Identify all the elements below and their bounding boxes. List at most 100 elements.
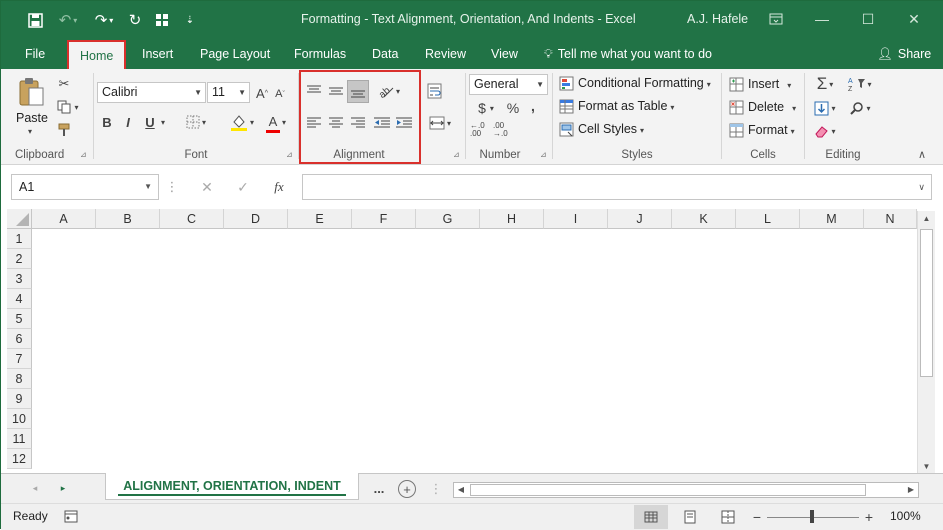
zoom-in-icon[interactable]: +: [863, 508, 875, 526]
formula-input[interactable]: ∨: [302, 174, 932, 200]
column-header[interactable]: A: [32, 209, 96, 229]
tab-data[interactable]: Data: [372, 39, 398, 69]
autosum-icon[interactable]: Σ ▾: [811, 74, 839, 94]
underline-dropdown-arrow[interactable]: ▾: [158, 112, 168, 132]
increase-decimal-button[interactable]: ←.0 .00: [470, 121, 492, 139]
macro-recording-icon[interactable]: [63, 508, 79, 524]
column-header[interactable]: C: [160, 209, 224, 229]
vertical-scrollbar[interactable]: ▲ ▼: [917, 211, 935, 475]
scroll-right-icon[interactable]: ▶: [904, 483, 918, 497]
font-dialog-launcher-icon[interactable]: ⊿: [286, 150, 295, 159]
scroll-sheets-right-icon[interactable]: ▸: [57, 481, 69, 495]
font-color-icon[interactable]: A ▾: [261, 111, 291, 133]
collapse-ribbon-icon[interactable]: ∧: [915, 147, 929, 161]
select-all-corner[interactable]: [7, 209, 32, 229]
row-header[interactable]: 2: [7, 249, 32, 269]
scroll-left-icon[interactable]: ◀: [454, 483, 468, 497]
row-header[interactable]: 5: [7, 309, 32, 329]
percent-style-button[interactable]: %: [504, 98, 522, 118]
column-header[interactable]: L: [736, 209, 800, 229]
merge-and-center-icon[interactable]: ▾: [425, 113, 455, 133]
font-name-dropdown[interactable]: Calibri ▼: [97, 82, 206, 103]
row-header[interactable]: 4: [7, 289, 32, 309]
find-and-select-icon[interactable]: ▾: [845, 98, 875, 118]
column-header[interactable]: E: [288, 209, 352, 229]
confirm-entry-icon[interactable]: ✓: [233, 177, 253, 197]
repeat-icon[interactable]: ↻: [125, 10, 145, 30]
ribbon-display-options-icon[interactable]: [762, 7, 790, 31]
row-header[interactable]: 3: [7, 269, 32, 289]
number-dialog-launcher-icon[interactable]: ⊿: [540, 150, 549, 159]
scroll-sheets-left-icon[interactable]: ◂: [29, 481, 41, 495]
copy-icon[interactable]: ▾: [53, 98, 83, 116]
cut-icon[interactable]: ✂: [55, 75, 73, 93]
close-icon[interactable]: ✕: [900, 7, 928, 31]
column-header[interactable]: D: [224, 209, 288, 229]
column-header[interactable]: I: [544, 209, 608, 229]
borders-icon[interactable]: ▾: [182, 113, 210, 131]
scroll-up-icon[interactable]: ▲: [918, 211, 935, 227]
insert-function-button[interactable]: fx: [269, 177, 289, 197]
new-sheet-plus-icon[interactable]: +: [398, 480, 416, 498]
customize-quick-access-icon[interactable]: ⇣: [183, 10, 197, 30]
column-header[interactable]: M: [800, 209, 864, 229]
tab-view[interactable]: View: [491, 39, 518, 69]
row-header[interactable]: 8: [7, 369, 32, 389]
underline-button[interactable]: U: [143, 112, 157, 132]
user-name[interactable]: A.J. Hafele: [687, 12, 748, 26]
row-header[interactable]: 12: [7, 449, 32, 469]
vertical-scroll-thumb[interactable]: [920, 229, 933, 377]
comma-style-button[interactable]: ,: [526, 96, 540, 116]
tab-split-grip-icon[interactable]: ⋮: [430, 480, 443, 498]
row-header[interactable]: 6: [7, 329, 32, 349]
name-box[interactable]: A1 ▼: [11, 174, 159, 200]
sort-and-filter-icon[interactable]: A Z ▾: [845, 74, 875, 94]
row-header[interactable]: 9: [7, 389, 32, 409]
format-as-table-button[interactable]: Format as Table ▾: [578, 99, 674, 113]
row-header[interactable]: 11: [7, 429, 32, 449]
clipboard-dialog-launcher-icon[interactable]: ⊿: [80, 150, 89, 159]
tab-page-layout[interactable]: Page Layout: [200, 39, 270, 69]
page-break-preview-icon[interactable]: [719, 508, 737, 526]
tab-file[interactable]: File: [25, 39, 45, 69]
insert-cells-button[interactable]: Insert ▾: [748, 77, 791, 91]
paste-dropdown-arrow[interactable]: ▾: [28, 127, 32, 136]
column-header[interactable]: H: [480, 209, 544, 229]
more-sheets-button[interactable]: ...: [371, 479, 387, 497]
save-icon[interactable]: [25, 10, 45, 30]
delete-cells-button[interactable]: Delete ▾: [748, 100, 796, 114]
minimize-icon[interactable]: —: [808, 7, 836, 31]
sheet-tab-active[interactable]: ALIGNMENT, ORIENTATION, INDENT: [105, 473, 359, 500]
zoom-out-icon[interactable]: −: [751, 508, 763, 526]
normal-view-icon[interactable]: [634, 505, 668, 529]
horizontal-scrollbar[interactable]: ◀ ▶: [453, 482, 919, 498]
form-icon[interactable]: [152, 10, 172, 30]
zoom-slider-thumb[interactable]: [810, 510, 814, 523]
clear-icon[interactable]: ▾: [811, 121, 839, 141]
formula-bar-grip-icon[interactable]: ⋮: [166, 177, 179, 197]
column-header[interactable]: B: [96, 209, 160, 229]
horizontal-scroll-thumb[interactable]: [470, 484, 866, 496]
increase-font-size-icon[interactable]: A ^: [254, 83, 270, 103]
decrease-font-size-icon[interactable]: Aˇ: [272, 85, 288, 103]
column-header[interactable]: J: [608, 209, 672, 229]
column-header[interactable]: G: [416, 209, 480, 229]
tab-home[interactable]: Home: [67, 40, 127, 69]
tab-review[interactable]: Review: [425, 39, 466, 69]
paste-icon[interactable]: [15, 75, 47, 109]
currency-format-button[interactable]: $ ▾: [473, 98, 499, 118]
share-button[interactable]: 👤︎ Share: [877, 39, 931, 69]
page-layout-view-icon[interactable]: [681, 508, 699, 526]
fill-color-icon[interactable]: ▾: [227, 111, 257, 133]
cancel-entry-icon[interactable]: ✕: [197, 177, 217, 197]
wrap-text-icon[interactable]: [425, 81, 445, 101]
undo-icon[interactable]: ↶ ▾: [53, 10, 83, 30]
italic-button[interactable]: I: [121, 112, 135, 132]
decrease-decimal-button[interactable]: .00 →.0: [493, 121, 515, 139]
column-header[interactable]: N: [864, 209, 917, 229]
tab-insert[interactable]: Insert: [142, 39, 173, 69]
tell-me-search[interactable]: 💡︎ Tell me what you want to do: [544, 39, 712, 69]
format-cells-button[interactable]: Format ▾: [748, 123, 795, 137]
conditional-formatting-button[interactable]: Conditional Formatting ▾: [578, 76, 711, 90]
column-header[interactable]: F: [352, 209, 416, 229]
